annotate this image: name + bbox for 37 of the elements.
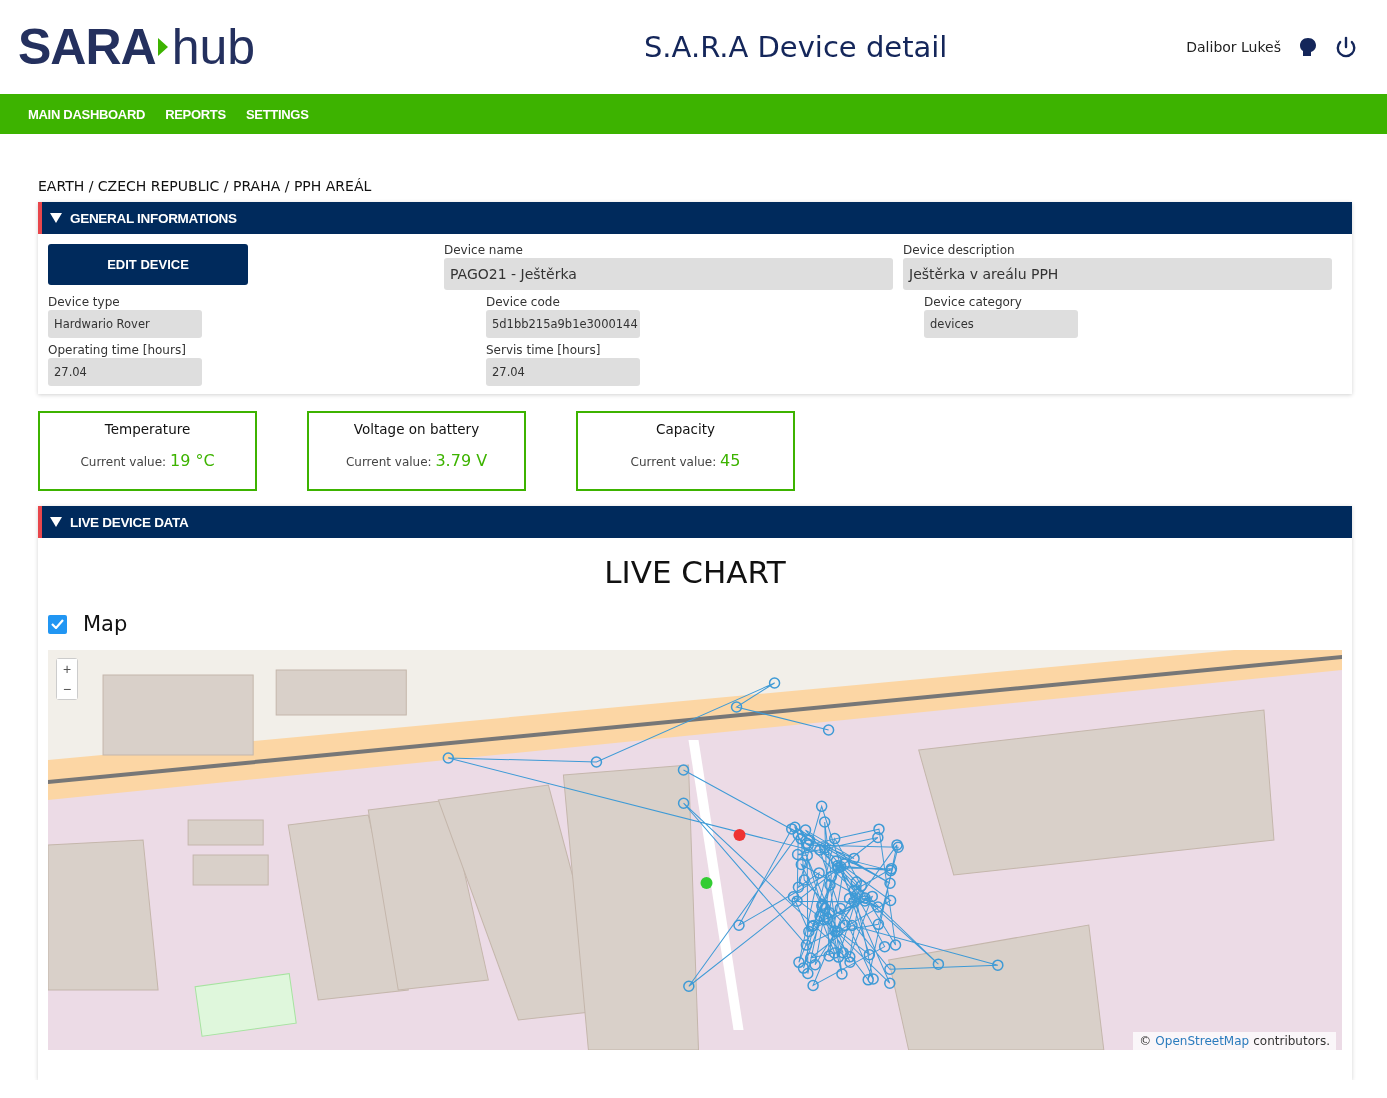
user-name: Dalibor Lukeš: [1186, 39, 1281, 55]
section-header[interactable]: GENERAL INFORMATIONS: [38, 202, 1352, 234]
zoom-out-button[interactable]: −: [57, 679, 77, 699]
copyright-text: ©: [1139, 1034, 1152, 1048]
edit-device-button[interactable]: EDIT DEVICE: [48, 244, 248, 285]
chart-title: LIVE CHART: [603, 554, 787, 590]
field-label: Device category: [924, 294, 1023, 310]
metric-title: Capacity: [656, 421, 715, 437]
metric-value: Current value: 3.79 V: [345, 451, 488, 470]
user-icon[interactable]: [1299, 37, 1317, 57]
field-label: Device code: [486, 294, 561, 310]
logo: SARA hub: [18, 22, 256, 72]
input-field[interactable]: 27.04: [48, 358, 202, 386]
field-label: Servis time [hours]: [486, 342, 602, 358]
input-field[interactable]: 27.04: [486, 358, 640, 386]
input-field[interactable]: devices: [924, 310, 1078, 338]
field-label: Device name: [444, 242, 524, 258]
metric-value: Current value: 19 °C: [80, 451, 215, 470]
attribution-text: contributors.: [1253, 1034, 1330, 1048]
zoom-in-button[interactable]: +: [57, 659, 77, 679]
map-source-link[interactable]: OpenStreetMap: [1155, 1034, 1250, 1048]
input-field[interactable]: Hardwario Rover: [48, 310, 202, 338]
power-icon[interactable]: [1335, 36, 1357, 58]
page-title: S.A.R.A Device detail: [643, 30, 948, 64]
breadcrumb: EARTH / CZECH REPUBLIC / PRAHA / PPH AREÁL: [38, 178, 373, 194]
metric-value: Current value: 45: [630, 451, 741, 470]
field-label: Operating time [hours]: [48, 342, 187, 358]
field-label: Device type: [48, 294, 121, 310]
checkbox-label: Map: [83, 612, 128, 636]
section-header[interactable]: LIVE DEVICE DATA: [38, 506, 1352, 538]
checkbox[interactable]: [48, 614, 67, 634]
metric-title: Voltage on battery: [353, 421, 480, 437]
input-field[interactable]: Ještěrka v areálu PPH: [903, 258, 1332, 290]
input-field[interactable]: 5d1bb215a9b1e3000144: [486, 310, 640, 338]
input-field[interactable]: PAGO21 - Ještěrka: [444, 258, 893, 290]
metric-title: Temperature: [104, 421, 191, 437]
field-label: Device description: [903, 242, 1016, 258]
